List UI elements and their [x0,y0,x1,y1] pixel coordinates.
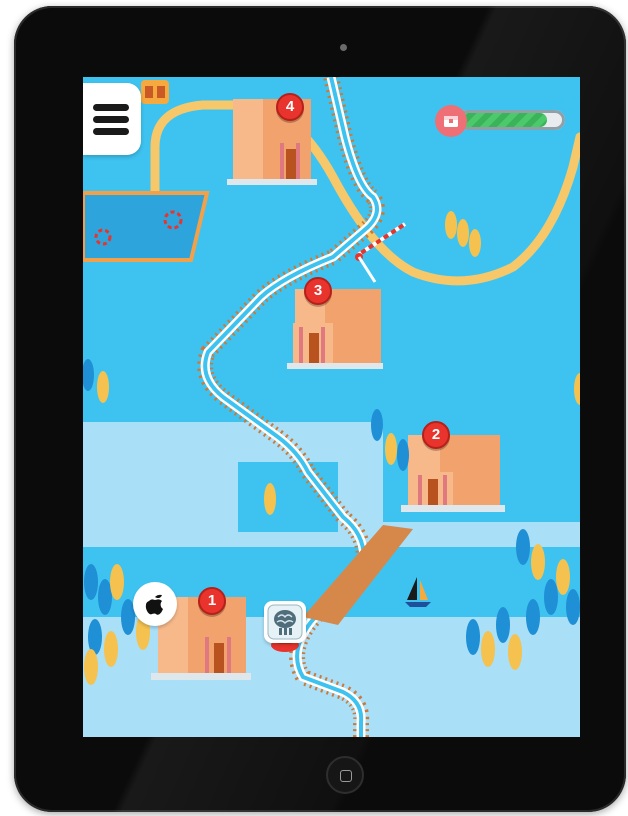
tree-right-edge [574,373,580,405]
reward-progress[interactable] [435,105,567,137]
building-2 [401,435,505,512]
level-map [83,77,580,737]
building-3 [287,289,383,369]
apple-login-button[interactable] [133,582,177,626]
building-4 [227,99,317,185]
trees-right-top [445,211,481,257]
cable-car-icon [141,80,169,104]
game-screen: 4 3 2 1 [83,77,580,737]
tree-lake [264,483,276,515]
level-marker-2[interactable]: 2 [422,421,450,449]
home-button[interactable] [326,756,364,794]
level-marker-4[interactable]: 4 [276,93,304,121]
front-camera-icon [340,44,347,51]
treasure-chest-icon[interactable] [435,105,467,137]
progress-fill [460,113,547,127]
hamburger-menu-icon [93,104,129,135]
menu-button[interactable] [83,83,141,155]
trees-left-mid [83,359,109,403]
brain-icon [267,604,303,640]
swimming-pool [83,191,210,262]
level-marker-1[interactable]: 1 [198,587,226,615]
level-marker-3[interactable]: 3 [304,277,332,305]
brain-button[interactable] [264,601,306,643]
progress-bar [457,110,565,130]
home-button-icon [340,770,352,782]
apple-logo-icon [145,594,163,615]
